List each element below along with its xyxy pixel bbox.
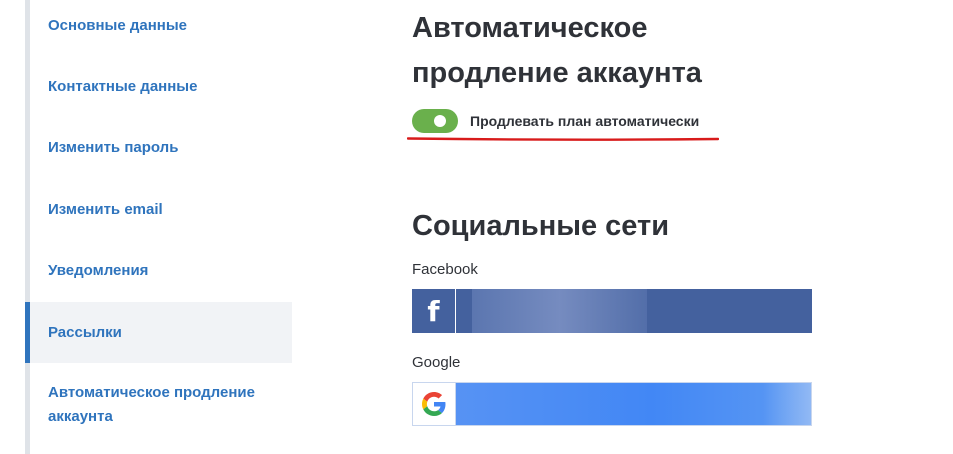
sidebar-item-mailings[interactable]: Рассылки [25,302,292,363]
facebook-label: Facebook [412,261,478,278]
sidebar-item-label: Основные данные [48,17,187,34]
auto-renewal-title: Автоматическое продление аккаунта [412,12,702,89]
google-icon [413,383,456,425]
google-label: Google [412,354,461,371]
annotation-underline [407,137,719,141]
sidebar-item-label: Автоматическое продление аккаунта [48,384,255,425]
sidebar-item-change-email[interactable]: Изменить email [25,198,292,222]
auto-renewal-toggle-label: Продлевать план автоматически [470,113,700,129]
sidebar-item-label: Уведомления [48,262,149,279]
sidebar-item-auto-renewal[interactable]: Автоматическое продление аккаунта [25,381,275,429]
google-connect-button[interactable] [412,382,812,426]
redacted-account-name [472,289,647,333]
sidebar-item-label: Контактные данные [48,78,198,95]
sidebar-item-main-data[interactable]: Основные данные [25,14,292,38]
auto-renewal-toggle-row: Продлевать план автоматически [412,108,699,134]
sidebar-item-contact-data[interactable]: Контактные данные [25,75,292,99]
settings-sidebar: Основные данные Контактные данные Измени… [25,0,292,454]
sidebar-item-notifications[interactable]: Уведомления [25,259,292,283]
facebook-connect-button[interactable]: f [412,289,812,333]
facebook-icon: f [412,289,456,333]
redacted-account-name [763,383,811,425]
social-networks-title: Социальные сети [412,210,670,242]
toggle-knob [434,115,446,127]
sidebar-item-label: Изменить email [48,201,163,218]
sidebar-item-label: Изменить пароль [48,139,179,156]
sidebar-item-label: Рассылки [48,323,122,341]
sidebar-item-change-password[interactable]: Изменить пароль [25,136,292,160]
auto-renewal-toggle[interactable] [412,109,458,133]
